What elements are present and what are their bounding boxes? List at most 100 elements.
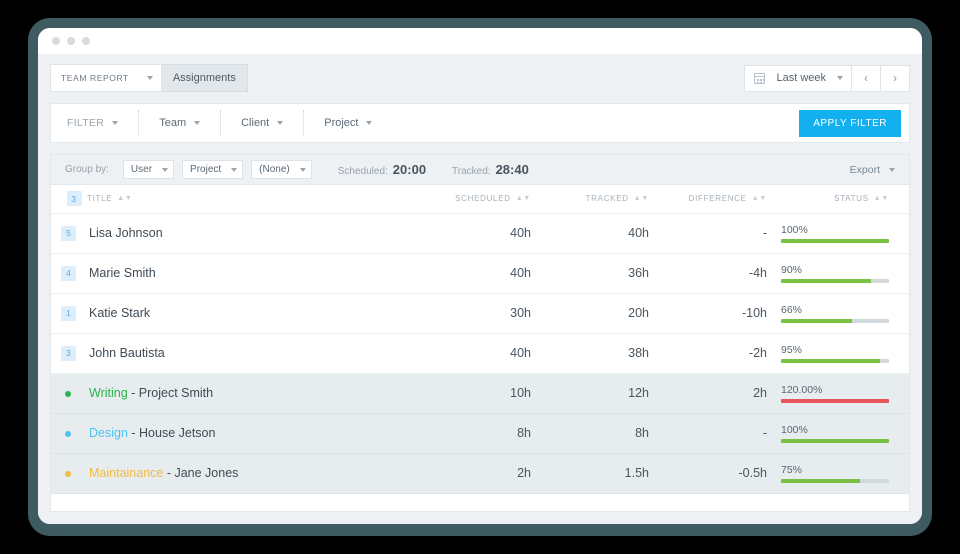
row-count-badge: 4 [61,266,76,281]
header-scheduled[interactable]: SCHEDULED ▲▼ [427,185,545,213]
project-color-dot-icon [65,431,71,437]
row-difference-value: - [663,213,781,253]
row-status-cell: 100% [781,213,909,253]
report-type-select[interactable]: TEAM REPORT [50,64,162,92]
tab-assignments[interactable]: Assignments [162,64,248,92]
table-row[interactable]: 4Marie Smith40h36h-4h90% [51,253,909,293]
row-scheduled-value: 30h [427,293,545,333]
group-by-label: Group by: [65,164,109,175]
row-status-percent: 100% [781,224,889,236]
window-minimize-dot[interactable] [67,37,75,45]
scheduled-summary-label: Scheduled: [338,166,388,177]
date-range-select[interactable]: Last week [744,65,852,92]
table-row[interactable]: Design - House Jetson8h8h-100% [51,413,909,453]
row-status-percent: 90% [781,264,889,276]
table-row[interactable]: 5Lisa Johnson40h40h-100% [51,213,909,253]
project-color-dot-icon [65,391,71,397]
row-project-name[interactable]: Maintainance [89,466,163,480]
row-project-suffix: - Project Smith [128,386,213,400]
chevron-down-icon [889,168,895,172]
row-status-cell: 100% [781,413,909,453]
row-project-name[interactable]: Design [89,426,128,440]
row-project-suffix: - Jane Jones [163,466,238,480]
row-count-badge: 5 [61,226,76,241]
window-titlebar [38,28,922,54]
sort-icon[interactable]: ▲▼ [516,195,531,202]
report-table: 3 TITLE ▲▼ SCHE [51,185,909,494]
scheduled-summary: Scheduled: 20:00 [338,162,426,177]
row-status-percent: 120.00% [781,384,889,396]
row-difference-value: -2h [663,333,781,373]
row-status-progress-fill [781,399,889,403]
row-scheduled-value: 2h [427,453,545,493]
filter-label: FILTER [67,117,104,129]
header-title[interactable]: TITLE ▲▼ [87,185,427,213]
row-color-dot-cell [51,373,87,413]
calendar-icon [754,73,765,84]
header-status-label: STATUS [834,194,869,203]
row-status-progressbar [781,319,889,323]
chevron-left-icon: ‹ [864,71,868,85]
row-count-badge-cell: 5 [51,213,87,253]
group-by-select-2[interactable]: Project [182,160,243,179]
chevron-down-icon [112,121,118,125]
group-by-select-3[interactable]: (None) [251,160,312,179]
group-by-select-1[interactable]: User [123,160,174,179]
filter-team-label: Team [159,117,186,129]
device-frame: TEAM REPORT Assignments Last week [28,18,932,536]
chevron-down-icon [300,168,306,172]
tracked-summary-label: Tracked: [452,166,491,177]
apply-filter-button[interactable]: APPLY FILTER [799,110,901,137]
filter-label-dropdown[interactable]: FILTER [51,110,139,136]
row-difference-value: -0.5h [663,453,781,493]
scheduled-summary-value: 20:00 [393,162,426,177]
window-close-dot[interactable] [52,37,60,45]
sort-icon[interactable]: ▲▼ [634,195,649,202]
group-by-value-1: User [131,164,152,175]
screen: TEAM REPORT Assignments Last week [0,0,960,554]
row-scheduled-value: 10h [427,373,545,413]
table-row[interactable]: 3John Bautista40h38h-2h95% [51,333,909,373]
tracked-summary-value: 28:40 [496,162,529,177]
row-tracked-value: 1.5h [545,453,663,493]
row-title-cell: Katie Stark [87,293,427,333]
row-user-name: Katie Stark [89,306,150,320]
filter-client-dropdown[interactable]: Client [221,110,304,136]
row-status-progress-fill [781,319,852,323]
row-title-cell: Maintainance - Jane Jones [87,453,427,493]
row-status-cell: 66% [781,293,909,333]
sort-icon[interactable]: ▲▼ [117,195,132,202]
row-scheduled-value: 40h [427,253,545,293]
row-status-progressbar [781,439,889,443]
header-count-badge-cell: 3 [51,185,87,213]
window-maximize-dot[interactable] [82,37,90,45]
prev-period-button[interactable]: ‹ [852,65,881,92]
row-status-progress-fill [781,239,889,243]
chevron-down-icon [837,76,843,80]
header-tracked[interactable]: TRACKED ▲▼ [545,185,663,213]
row-title-cell: Marie Smith [87,253,427,293]
table-row[interactable]: 1Katie Stark30h20h-10h66% [51,293,909,333]
row-status-progress-fill [781,439,889,443]
row-tracked-value: 36h [545,253,663,293]
export-dropdown[interactable]: Export [850,164,899,176]
table-header-row: 3 TITLE ▲▼ SCHE [51,185,909,213]
filter-project-dropdown[interactable]: Project [304,110,392,136]
sort-icon[interactable]: ▲▼ [752,195,767,202]
filter-team-dropdown[interactable]: Team [139,110,221,136]
header-status[interactable]: STATUS ▲▼ [781,185,909,213]
chevron-down-icon [147,76,153,80]
sort-icon[interactable]: ▲▼ [874,195,889,202]
report-card: Group by: User Project (None) [50,154,910,512]
project-color-dot-icon [65,471,71,477]
table-row[interactable]: Writing - Project Smith10h12h2h120.00% [51,373,909,413]
tracked-summary: Tracked: 28:40 [452,162,529,177]
row-difference-value: - [663,413,781,453]
table-body: 5Lisa Johnson40h40h-100%4Marie Smith40h3… [51,213,909,493]
row-project-name[interactable]: Writing [89,386,128,400]
row-status-percent: 100% [781,424,889,436]
next-period-button[interactable]: › [881,65,910,92]
row-scheduled-value: 8h [427,413,545,453]
header-difference[interactable]: DIFFERENCE ▲▼ [663,185,781,213]
table-row[interactable]: Maintainance - Jane Jones2h1.5h-0.5h75% [51,453,909,493]
